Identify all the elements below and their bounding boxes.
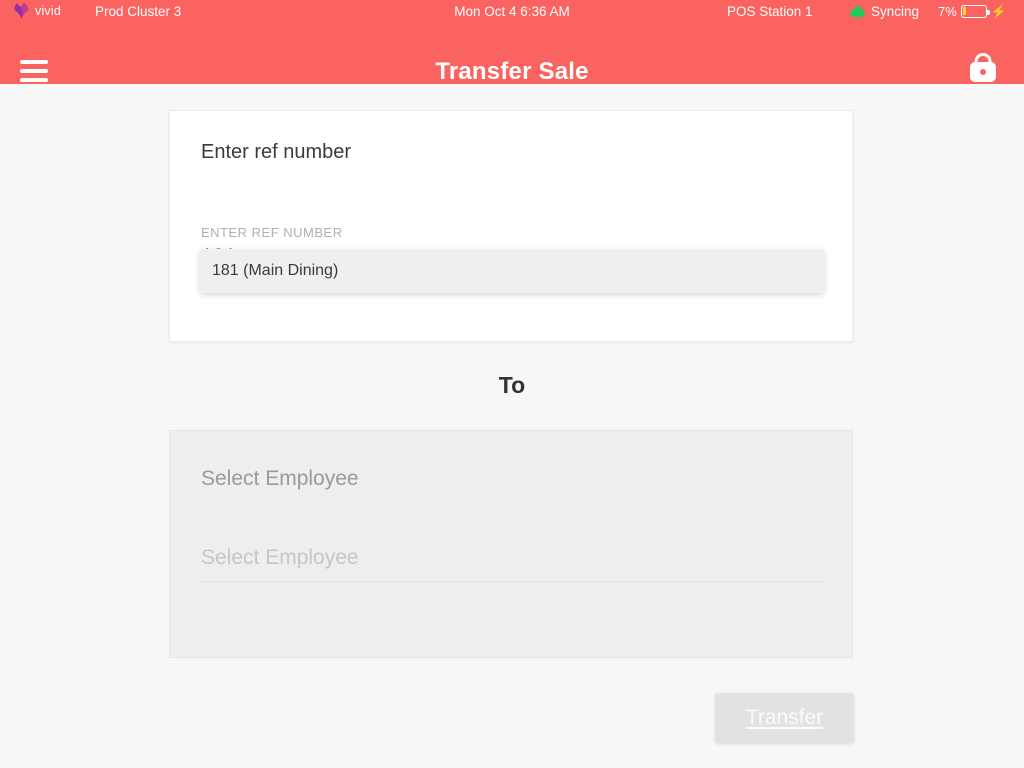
page-title: Transfer Sale (435, 58, 589, 85)
lightning-bolt-icon: ⚡ (990, 3, 1007, 19)
status-bar: vivid Prod Cluster 3 Mon Oct 4 6:36 AM P… (0, 0, 1024, 22)
cloud-icon (850, 5, 865, 17)
sync-status-block: Syncing (850, 4, 919, 19)
sync-status-label: Syncing (871, 3, 920, 19)
select-employee-input[interactable]: Select Employee (201, 546, 359, 570)
app-header: Transfer Sale (0, 22, 1024, 90)
battery-block: 7% ⚡ (938, 4, 1007, 19)
pos-station-label: POS Station 1 (727, 3, 813, 19)
battery-icon (960, 4, 990, 18)
ref-number-label: ENTER REF NUMBER (201, 225, 343, 240)
lock-icon (970, 53, 996, 82)
select-employee-title: Select Employee (201, 467, 359, 490)
select-employee-panel: Select Employee Select Employee (169, 430, 853, 658)
card-title: Enter ref number (201, 141, 352, 163)
ref-number-suggestion-list: 181 (Main Dining) (200, 249, 824, 293)
main-content: Enter ref number ENTER REF NUMBER 181 18… (0, 84, 1024, 768)
select-employee-underline (201, 581, 823, 582)
lock-shackle (974, 53, 992, 67)
transfer-button-label: Transfer (745, 706, 824, 729)
transfer-button[interactable]: Transfer (715, 693, 854, 743)
to-section-heading: To (498, 372, 526, 398)
battery-fill (963, 6, 967, 16)
battery-percent-label: 7% (938, 3, 957, 19)
list-item[interactable]: 181 (Main Dining) (200, 249, 824, 293)
lock-keyhole (980, 69, 986, 75)
ref-number-card: Enter ref number ENTER REF NUMBER 181 18… (169, 110, 853, 342)
